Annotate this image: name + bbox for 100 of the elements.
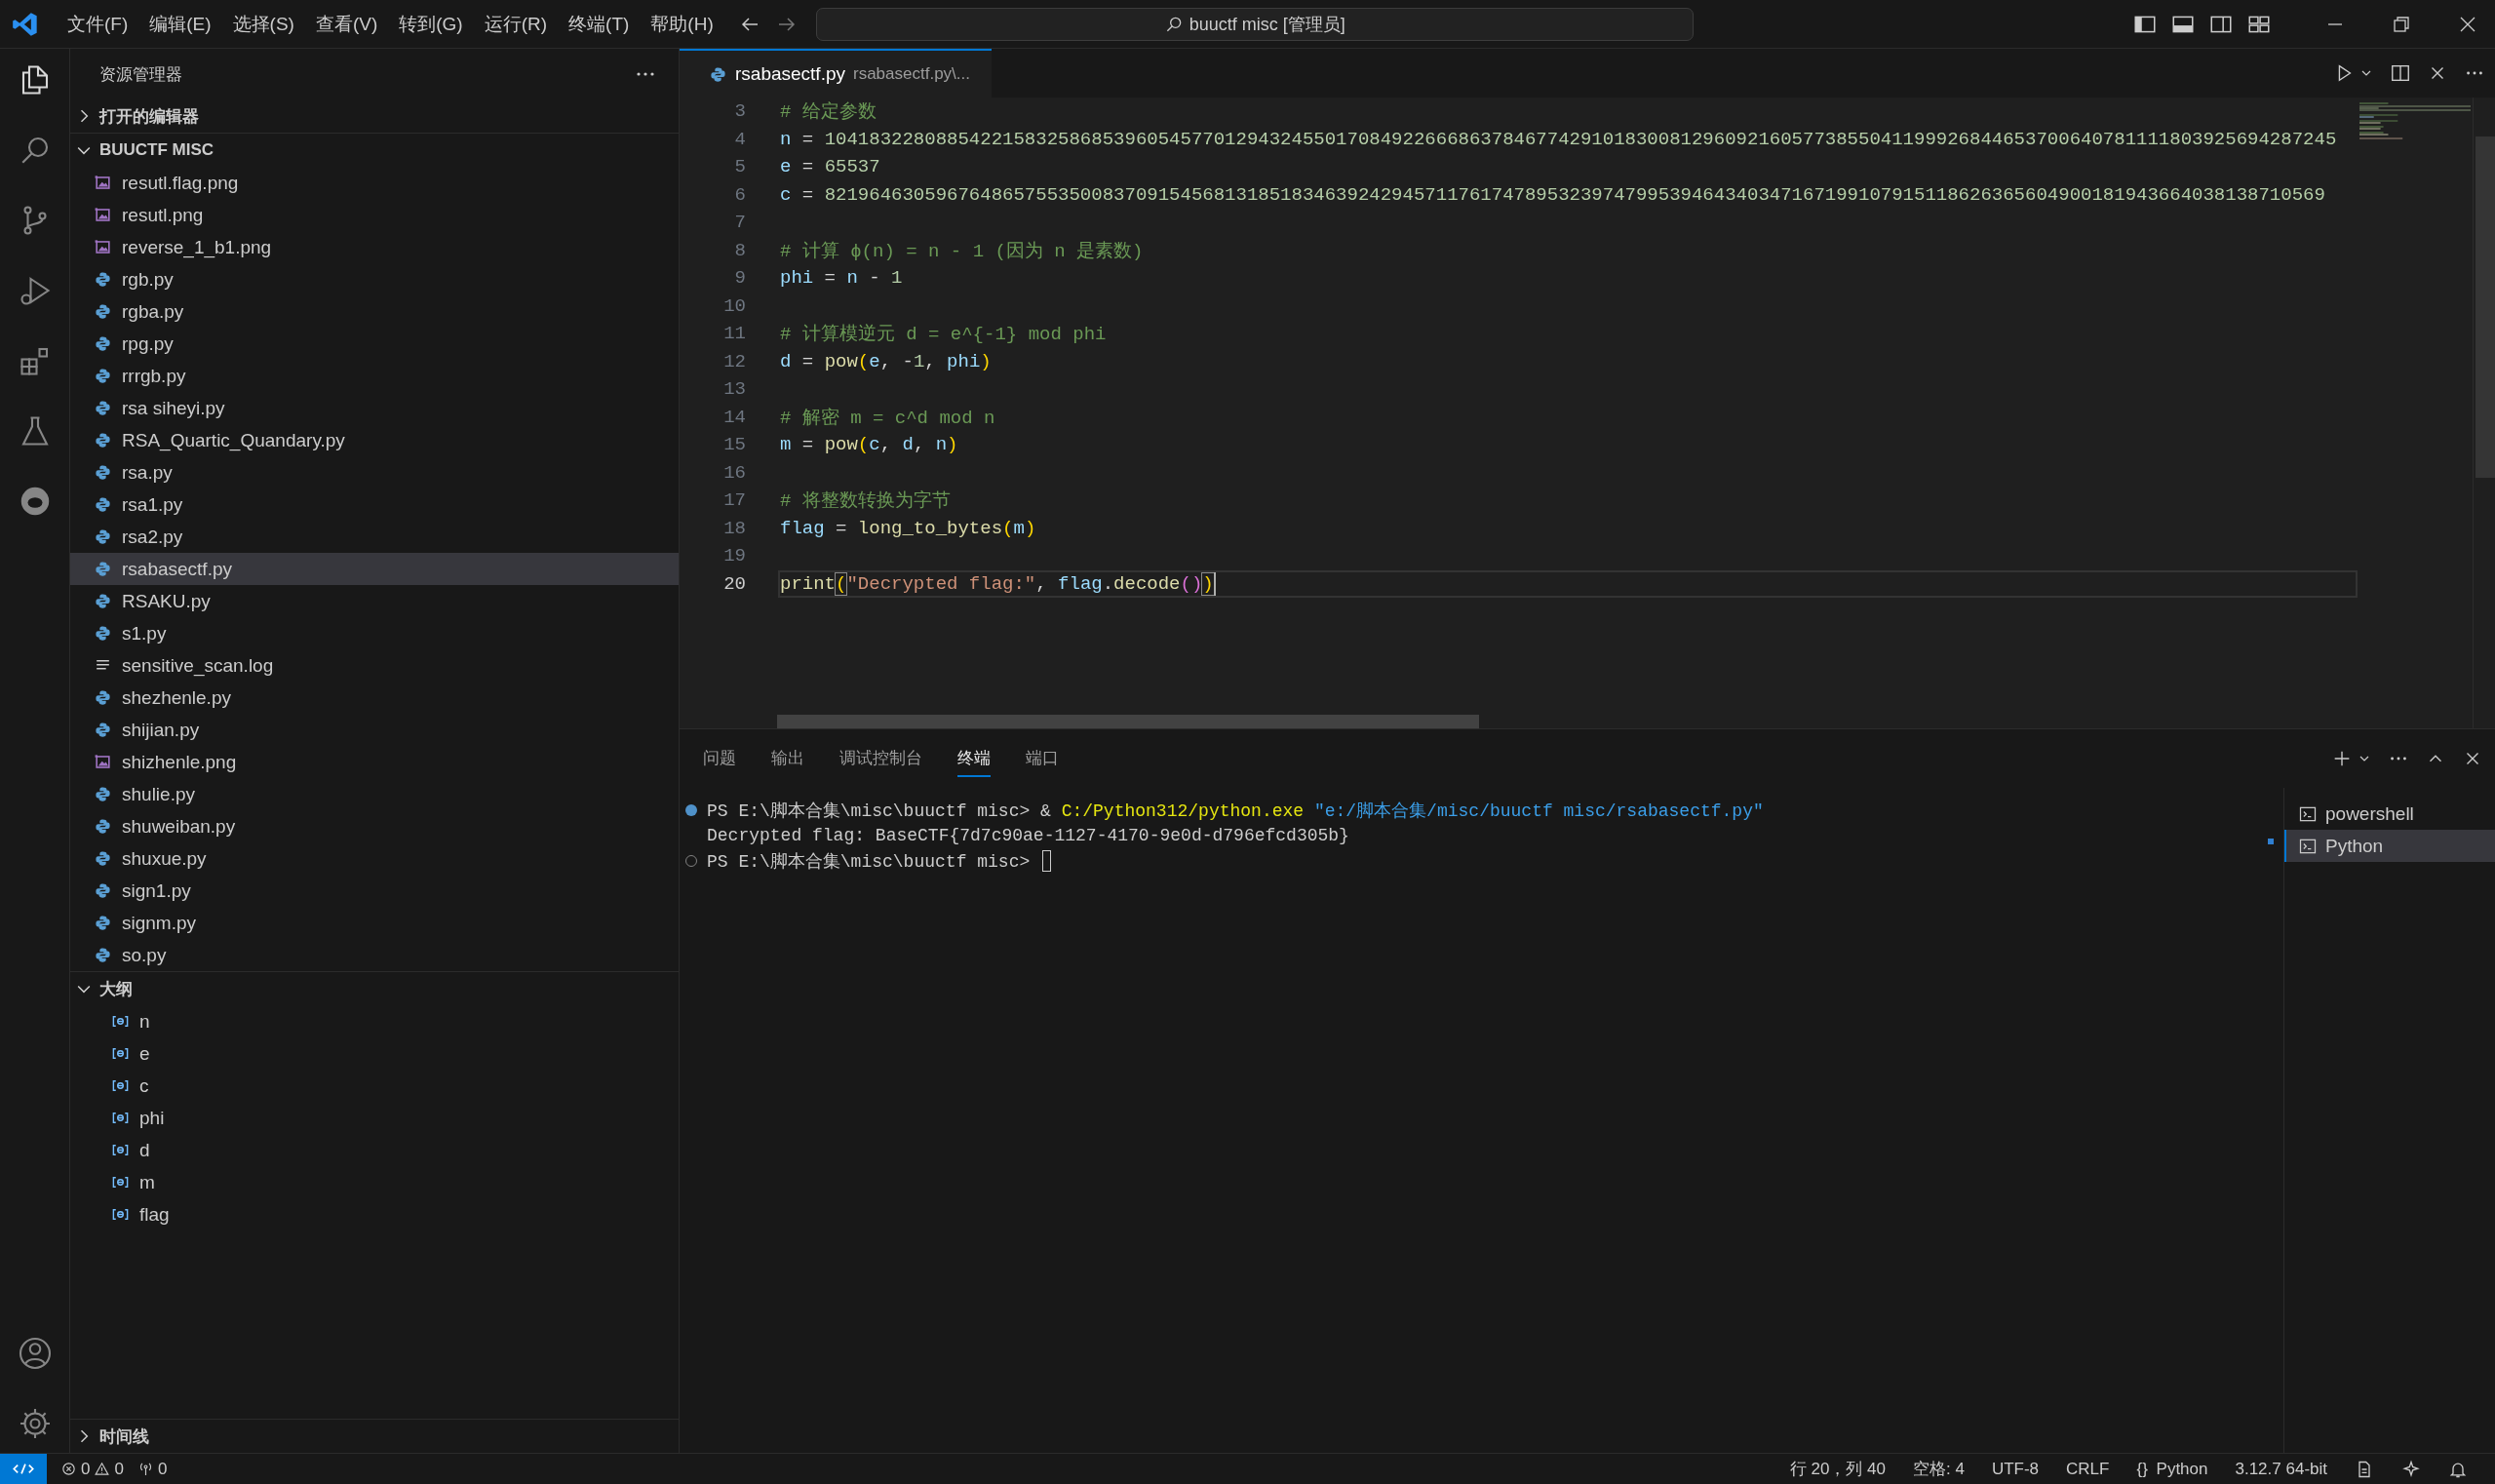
line-number: 4 (733, 128, 746, 150)
python-file-icon (94, 431, 112, 449)
remote-icon[interactable] (0, 1454, 47, 1484)
file-item[interactable]: rsa2.py (70, 521, 679, 553)
menu-item[interactable]: 转到(G) (388, 7, 474, 41)
outline-item[interactable]: phi (70, 1102, 679, 1134)
outline-item[interactable]: e (70, 1037, 679, 1070)
line-number: 7 (733, 212, 746, 234)
cursor-position[interactable]: 行 20，列 40 (1789, 1458, 1886, 1480)
file-item[interactable]: shuxue.py (70, 842, 679, 875)
python-file-icon (94, 527, 112, 546)
panel-tab[interactable]: 调试控制台 (839, 740, 922, 777)
file-item[interactable]: reverse_1_b1.png (70, 231, 679, 263)
split-editor-icon[interactable] (2390, 62, 2411, 84)
terminal-cursor (1042, 850, 1052, 872)
python-file-icon (94, 399, 112, 417)
file-item[interactable]: rsa.py (70, 456, 679, 488)
file-item[interactable]: so.py (70, 939, 679, 971)
problems-indicator[interactable]: 0 0 (60, 1459, 124, 1479)
file-item[interactable]: RSA_Quartic_Quandary.py (70, 424, 679, 456)
python-file-icon (94, 624, 112, 643)
line-number: 12 (722, 350, 746, 372)
panel-tab[interactable]: 问题 (703, 740, 736, 777)
file-item[interactable]: sign1.py (70, 875, 679, 907)
code-line: # 计算 ϕ(n) = n - 1 (因为 n 是素数) (780, 239, 1144, 263)
file-item[interactable]: shuweiban.py (70, 810, 679, 842)
file-item[interactable]: shezhenle.py (70, 682, 679, 714)
line-number: 17 (722, 489, 746, 512)
line-number: 13 (722, 378, 746, 401)
menu-item[interactable]: 编辑(E) (138, 7, 222, 41)
account-icon[interactable] (17, 1336, 53, 1371)
language-status[interactable]: {} Python (2136, 1459, 2208, 1479)
error-icon (60, 1461, 77, 1477)
file-item[interactable]: rsa1.py (70, 488, 679, 521)
menu-item[interactable]: 查看(V) (304, 7, 389, 41)
code-line: m = pow(c, d, n) (780, 434, 958, 456)
python-file-icon (94, 688, 112, 707)
command-status-icon[interactable] (685, 804, 697, 816)
terminal-tab[interactable]: powershell (2284, 798, 2495, 830)
file-item[interactable]: RSAKU.py (70, 585, 679, 617)
python-file-icon (94, 302, 112, 321)
terminal-line: PS E:\脚本合集\misc\buuctf misc> (707, 851, 1032, 873)
file-item[interactable]: rrrgb.py (70, 360, 679, 392)
file-item[interactable]: rgba.py (70, 295, 679, 328)
file-item[interactable]: rsa siheyi.py (70, 392, 679, 424)
outline-item[interactable]: flag (70, 1198, 679, 1230)
file-item[interactable]: resutl.flag.png (70, 167, 679, 199)
file-item[interactable]: rsabasectf.py (70, 553, 679, 585)
section-header[interactable]: BUUCTF MISC (70, 133, 679, 167)
python-file-icon (94, 270, 112, 289)
file-item[interactable]: resutl.png (70, 199, 679, 231)
file-item[interactable]: rgb.py (70, 263, 679, 295)
horizontal-scrollbar[interactable] (777, 715, 1479, 728)
image-file-icon (94, 206, 112, 224)
file-item[interactable]: signm.py (70, 907, 679, 939)
editor-tab[interactable]: rsabasectf.py rsabasectf.py\... (680, 49, 992, 98)
panel-tab[interactable]: 端口 (1026, 740, 1059, 777)
image-file-icon (94, 753, 112, 771)
file-item[interactable]: shizhenle.png (70, 746, 679, 778)
menu-item[interactable]: 帮助(H) (640, 7, 724, 41)
python-file-icon (94, 946, 112, 964)
python-file-icon (94, 881, 112, 900)
terminal-tab[interactable]: Python (2284, 830, 2495, 862)
command-search-field[interactable]: buuctf misc [管理员] (815, 7, 1694, 41)
line-number: 3 (733, 100, 746, 123)
warning-icon (94, 1461, 111, 1477)
code-line: d = pow(e, -1, phi) (780, 350, 992, 372)
python-file-icon (94, 495, 112, 514)
file-item[interactable]: shijian.py (70, 714, 679, 746)
breadcrumb-path: rsabasectf.py\... (853, 64, 970, 84)
interpreter-status[interactable]: 3.12.7 64-bit (2235, 1459, 2327, 1479)
outline-item[interactable]: m (70, 1166, 679, 1198)
python-file-icon (94, 785, 112, 803)
minimap-drawing[interactable] (2358, 101, 2473, 140)
ports-indicator[interactable]: 0 (136, 1459, 168, 1479)
menu-item[interactable]: 选择(S) (221, 7, 305, 41)
sidebar-title: 资源管理器 (99, 63, 183, 86)
panel-tab[interactable]: 输出 (771, 740, 804, 777)
python-file-icon (94, 721, 112, 739)
file-item[interactable]: rpg.py (70, 328, 679, 360)
file-item[interactable]: shulie.py (70, 778, 679, 810)
code-line: c = 821964630596764865755350083709154568131851834639242945711761747895323974799539464340347167199107915118626365604900181943664038138710569 (780, 183, 2325, 206)
line-number: 14 (722, 406, 746, 428)
outline-item[interactable]: n (70, 1005, 679, 1037)
outline-item[interactable]: c (70, 1070, 679, 1102)
menu-item[interactable]: 终端(T) (558, 7, 641, 41)
section-header[interactable]: 时间线 (70, 1419, 679, 1453)
encoding-status[interactable]: UTF-8 (1991, 1459, 2040, 1479)
file-item[interactable]: sensitive_scan.log (70, 649, 679, 682)
section-header[interactable]: 大纲 (70, 971, 679, 1005)
menu-item[interactable]: 运行(R) (473, 7, 559, 41)
panel-tab[interactable]: 终端 (957, 740, 991, 777)
line-ending-status[interactable]: CRLF (2066, 1459, 2110, 1479)
outline-item[interactable]: d (70, 1134, 679, 1166)
file-item[interactable]: s1.py (70, 617, 679, 649)
indentation-status[interactable]: 空格: 4 (1913, 1458, 1965, 1480)
menu-item[interactable]: 文件(F) (57, 7, 139, 41)
section-header[interactable]: 打开的编辑器 (70, 99, 679, 133)
image-file-icon (94, 238, 112, 256)
code-line: n = 1041832280885422158325868539605457701294324550170849226668637846774291018300812960921605773855041199926844653700640781111803925694287245 (780, 128, 2337, 150)
